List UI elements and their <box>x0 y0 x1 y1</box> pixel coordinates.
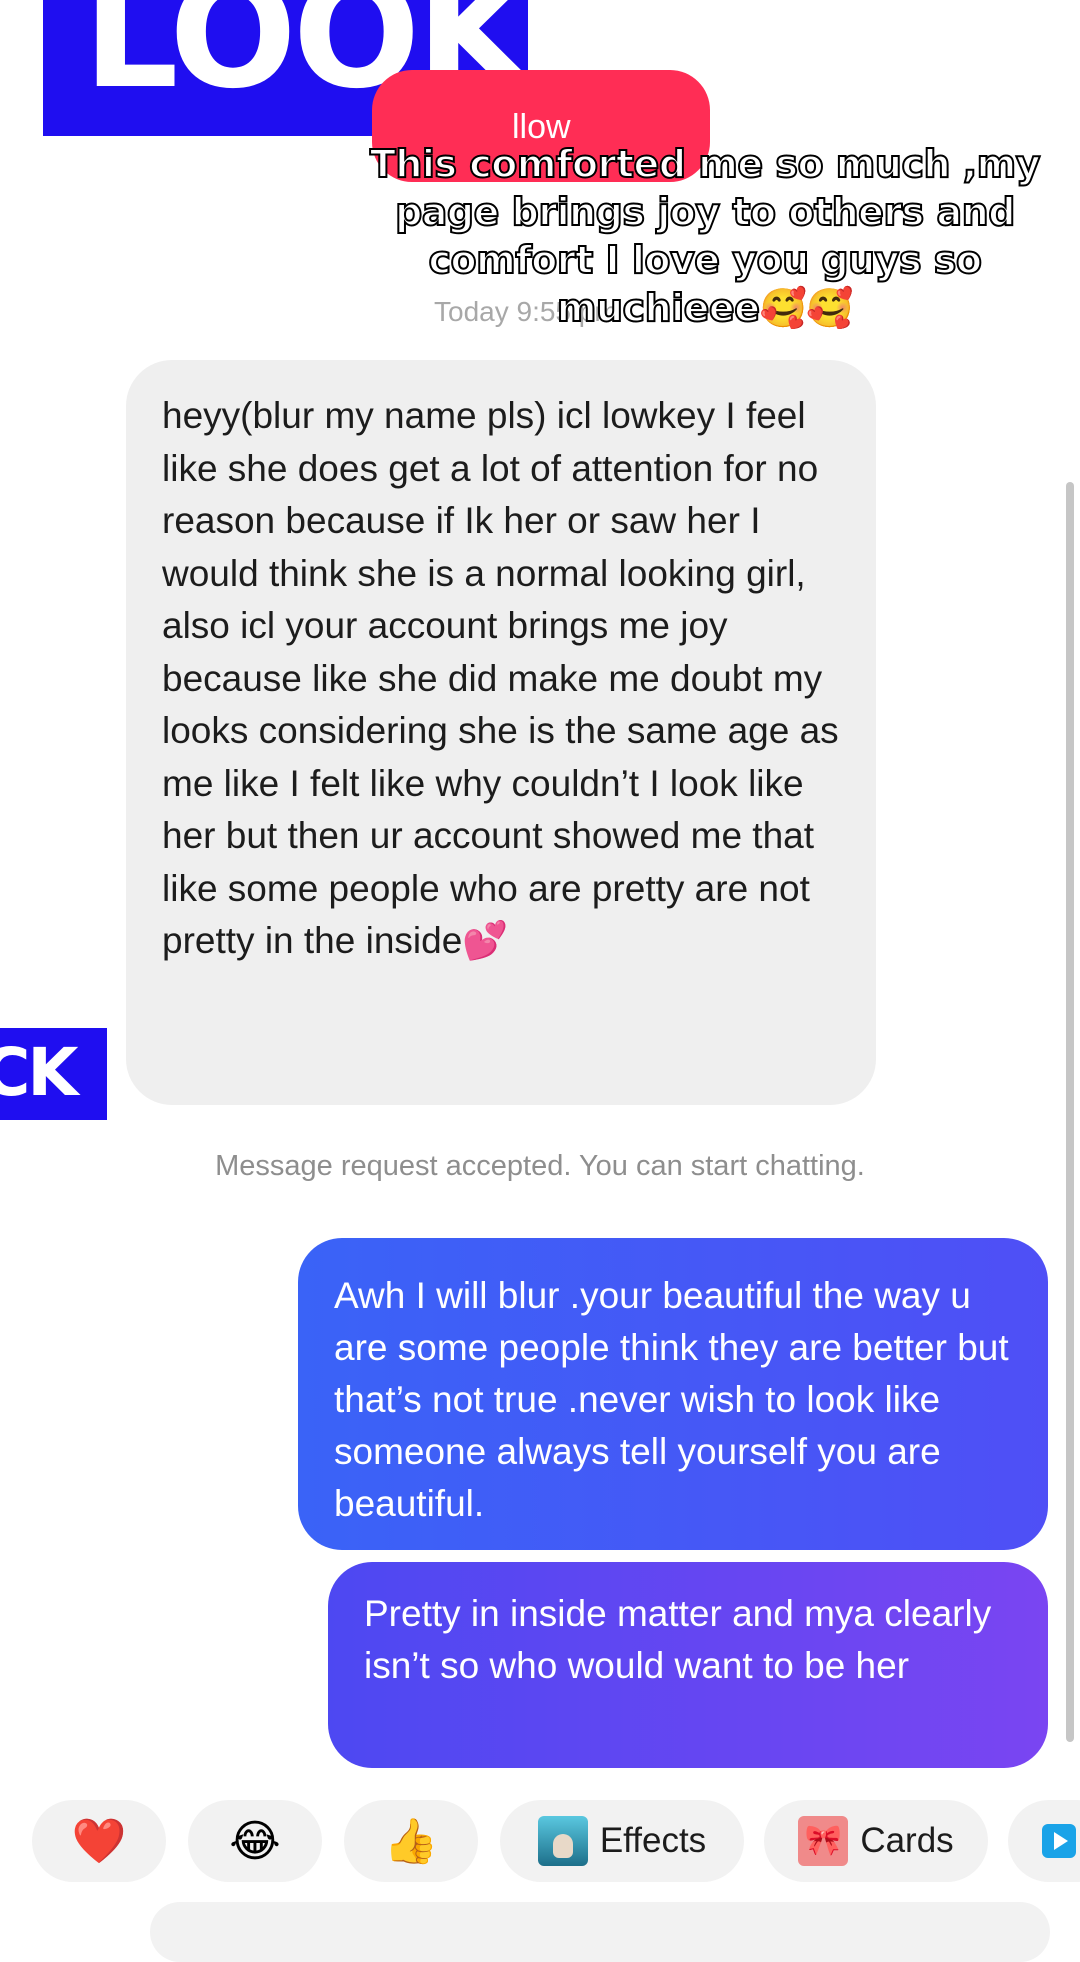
message-request-notice: Message request accepted. You can start … <box>215 1150 865 1182</box>
thumbs-up-icon: 👍 <box>383 1817 439 1866</box>
scrollbar[interactable] <box>1066 482 1074 1742</box>
effects-icon <box>537 1816 588 1866</box>
incoming-message-text: heyy(blur my name pls) icl lowkey I feel… <box>162 395 839 961</box>
video-caption-overlay: This comforted me so much ,my page bring… <box>369 141 1042 331</box>
more-reactions-button[interactable] <box>1008 1800 1080 1882</box>
watermark-side-text: CK <box>0 1034 79 1111</box>
outgoing-message-text-2: Pretty in inside matter and mya clearly … <box>364 1593 992 1686</box>
heart-reaction-button[interactable]: ❤️ <box>32 1800 166 1882</box>
cards-label: Cards <box>860 1821 954 1860</box>
cards-button[interactable]: 🎀 Cards <box>764 1800 988 1882</box>
laughing-emoji-icon: 😂 <box>229 1816 281 1866</box>
effects-button[interactable]: Effects <box>500 1800 744 1882</box>
outgoing-message-bubble-2[interactable]: Pretty in inside matter and mya clearly … <box>328 1562 1048 1768</box>
play-icon <box>1042 1824 1076 1858</box>
outgoing-message-bubble[interactable]: Awh I will blur .your beautiful the way … <box>298 1238 1048 1550</box>
message-composer[interactable] <box>150 1902 1050 1962</box>
ribbon-icon: 🎀 <box>798 1816 849 1866</box>
outgoing-message-text: Awh I will blur .your beautiful the way … <box>334 1275 1009 1524</box>
heart-icon: ❤️ <box>71 1817 127 1866</box>
effects-label: Effects <box>599 1821 707 1860</box>
thumbs-up-reaction-button[interactable]: 👍 <box>344 1800 478 1882</box>
watermark-logo-side: CK <box>0 1028 107 1120</box>
incoming-message-bubble[interactable]: heyy(blur my name pls) icl lowkey I feel… <box>126 360 876 1105</box>
laugh-reaction-button[interactable]: 😂 <box>188 1800 322 1882</box>
